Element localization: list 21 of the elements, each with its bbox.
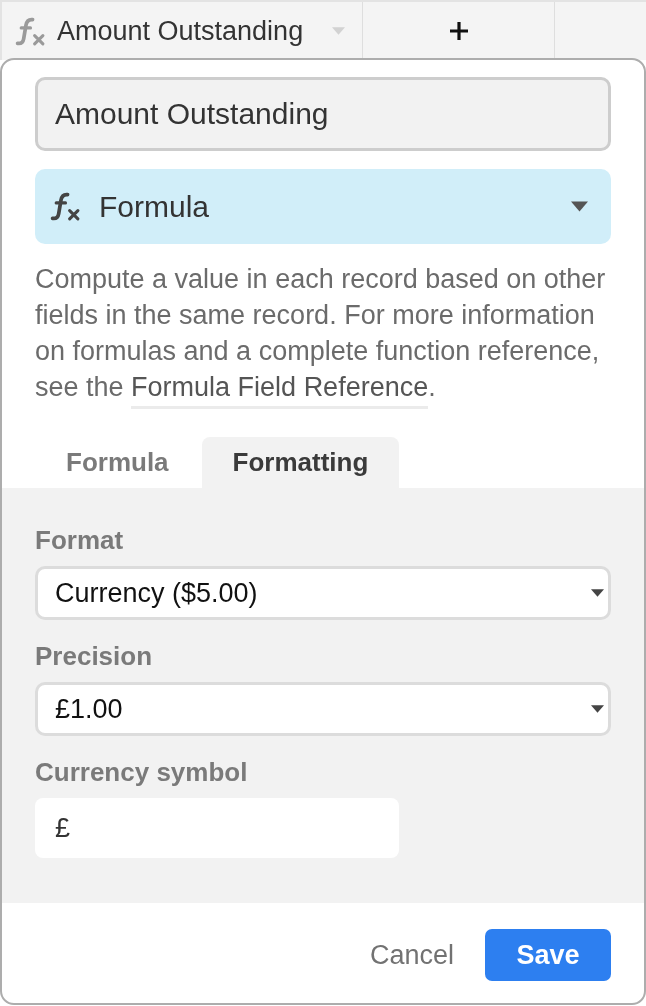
formula-icon xyxy=(50,191,81,222)
cancel-button[interactable]: Cancel xyxy=(369,929,454,981)
dropdown-select[interactable]: Currency ($5.00) xyxy=(35,566,611,620)
column-title: Amount Outstanding xyxy=(57,14,304,48)
caret-icon xyxy=(591,589,604,597)
field-type-select[interactable]: Formula xyxy=(35,169,611,244)
field-label: Precision xyxy=(35,641,154,671)
field-name-input[interactable]: Amount Outstanding xyxy=(35,77,611,151)
formula-icon xyxy=(15,15,46,47)
tab[interactable]: Formatting xyxy=(201,437,400,488)
field-label: Format xyxy=(35,525,125,555)
dropdown-select[interactable]: £1.00 xyxy=(35,682,611,736)
plus-icon xyxy=(448,21,469,41)
formula-reference-link[interactable]: Formula Field Reference xyxy=(131,372,429,409)
caret-icon xyxy=(571,201,588,212)
caret-icon xyxy=(591,705,604,713)
save-button[interactable]: Save xyxy=(485,929,611,981)
caret-icon xyxy=(332,27,345,35)
text-input[interactable]: £ xyxy=(35,798,399,858)
field-label: Currency symbol xyxy=(35,757,249,787)
tab[interactable]: Formula xyxy=(35,437,200,488)
